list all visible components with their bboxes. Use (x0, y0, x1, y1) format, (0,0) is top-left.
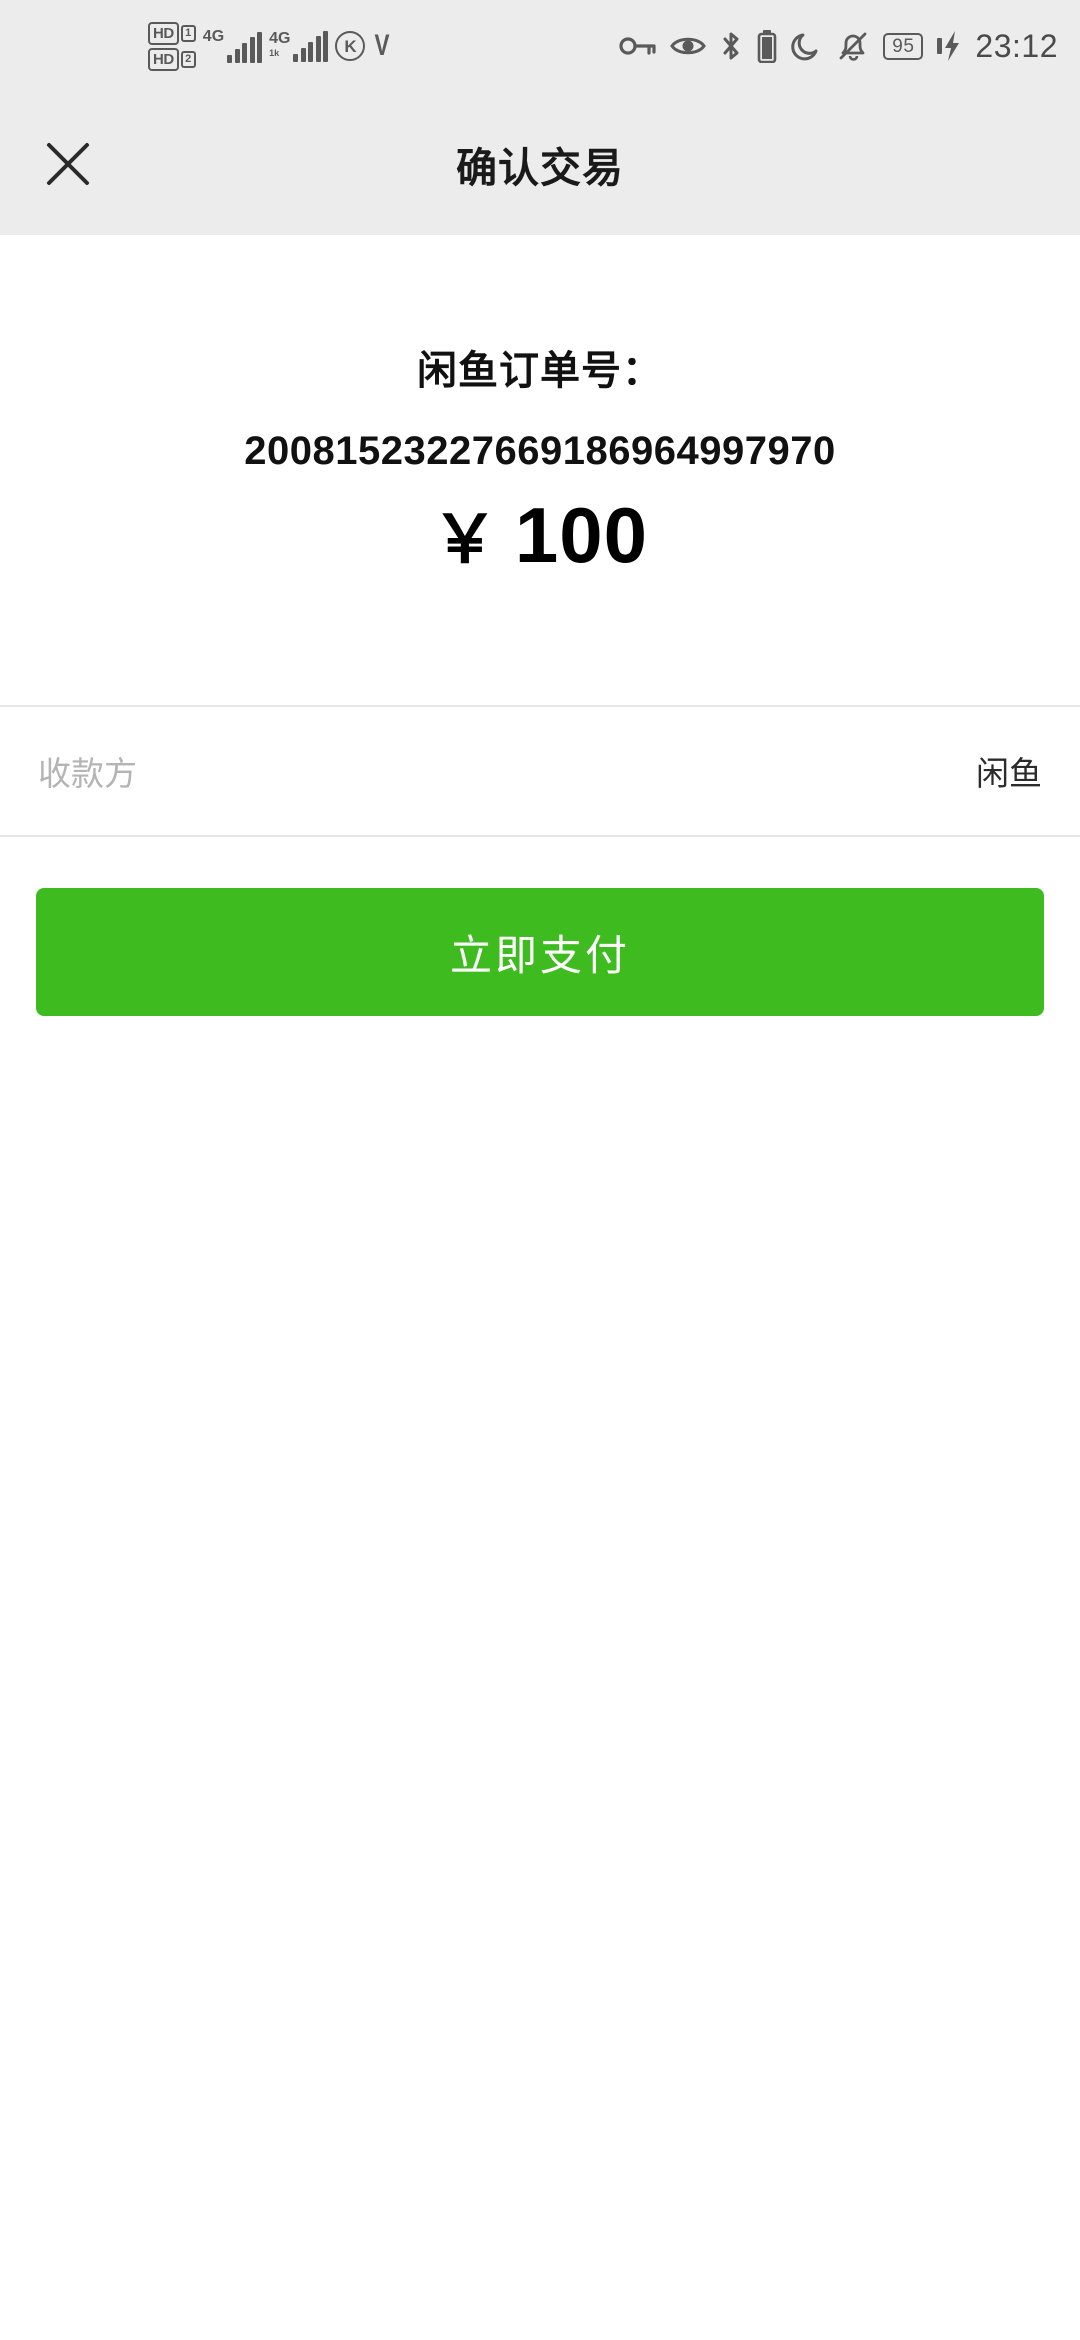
volte-hd-label: HD (148, 21, 179, 45)
divider-bottom (0, 835, 1080, 837)
order-summary-card: 闲鱼订单号： 20081523227669186964997970 ￥ 100 (0, 235, 1080, 705)
signal-bars (227, 32, 263, 63)
status-bar-clock: 23:12 (975, 28, 1058, 64)
bluetooth-icon (719, 30, 743, 62)
volte-sim2-icon: HD 2 (148, 47, 196, 71)
payee-row: 收款方 闲鱼 (0, 707, 1080, 835)
charging-bolt-icon (936, 29, 962, 63)
app-header: 确认交易 (0, 92, 1080, 235)
signal-bars (293, 30, 329, 62)
status-bar: HD 1 HD 2 4G 4G 1k K V 95 23:12 (0, 0, 1080, 92)
network-type-label: 4G (202, 28, 225, 45)
close-icon (47, 142, 89, 185)
eye-icon (670, 33, 707, 59)
bell-muted-icon (836, 30, 870, 62)
status-bar-left-icons: HD 1 HD 2 4G 4G 1k K V (148, 21, 393, 71)
order-number-label: 闲鱼订单号： (417, 349, 663, 393)
network-speed-label: 1k (269, 47, 280, 58)
close-button[interactable] (30, 126, 106, 202)
signal-strength-sim1-icon: 4G (202, 28, 263, 63)
page-title: 确认交易 (456, 144, 624, 191)
payment-confirmation-screen: HD 1 HD 2 4G 4G 1k K V 95 23:12 确认交易 闲鱼订… (0, 0, 1080, 2340)
payee-label: 收款方 (38, 755, 137, 792)
amount-value: 100 (514, 491, 649, 579)
pay-now-button[interactable]: 立即支付 (36, 888, 1044, 1016)
status-bar-right-icons: 95 23:12 (619, 29, 1058, 63)
battery-percent-badge: 95 (883, 32, 924, 60)
payment-amount: ￥ 100 (432, 486, 648, 582)
volte-sim-number: 1 (180, 24, 196, 42)
payee-value: 闲鱼 (976, 755, 1042, 792)
kids-mode-icon: K (335, 31, 366, 61)
volte-sim1-icon: HD 1 (148, 21, 196, 45)
volte-hd-label: HD (148, 47, 179, 71)
volte-indicators: HD 1 HD 2 (148, 21, 196, 71)
network-type-label: 4G (269, 29, 291, 47)
currency-symbol: ￥ (431, 502, 499, 576)
volte-sim-number: 2 (180, 50, 196, 68)
battery-icon (756, 29, 778, 63)
key-icon (619, 33, 657, 59)
vpn-icon: V (374, 29, 390, 62)
signal-strength-sim2-icon: 4G 1k (269, 29, 329, 62)
order-number-value: 20081523227669186964997970 (244, 429, 836, 473)
do-not-disturb-moon-icon (791, 30, 823, 62)
